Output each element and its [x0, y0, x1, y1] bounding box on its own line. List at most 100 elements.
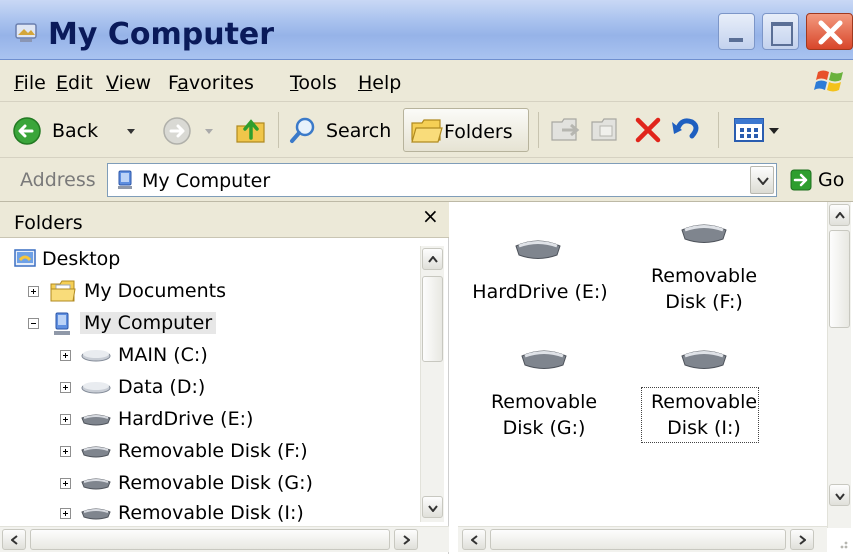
chevron-right-icon [799, 535, 806, 545]
menu-help[interactable]: Help [358, 72, 401, 94]
expand-button[interactable] [28, 286, 39, 297]
drive-label-line2: Disk (G:) [502, 417, 586, 439]
maximize-button[interactable] [762, 13, 799, 50]
menu-edit[interactable]: Edit [56, 72, 93, 94]
scroll-down-button[interactable] [422, 496, 443, 518]
hard-drive-icon [81, 350, 111, 362]
chevron-left-icon [11, 535, 18, 545]
expand-button[interactable] [60, 414, 71, 425]
forward-button[interactable] [158, 108, 218, 152]
address-dropdown-button[interactable] [750, 166, 774, 194]
title-bar[interactable]: My Computer [0, 0, 853, 60]
tree-item-desktop[interactable]: Desktop [14, 244, 394, 276]
expand-button[interactable] [60, 508, 71, 519]
removable-drive-icon [81, 414, 111, 426]
undo-icon[interactable] [670, 114, 702, 144]
toolbar-separator [278, 112, 279, 148]
scroll-thumb[interactable] [490, 529, 786, 550]
expand-button[interactable] [60, 478, 71, 489]
tree-label: MAIN (C:) [118, 344, 208, 366]
my-documents-icon [50, 280, 76, 302]
views-button[interactable] [730, 112, 790, 148]
menu-tools-label: ools [298, 72, 337, 94]
folders-pane-close-button[interactable]: × [422, 204, 439, 228]
drive-item-harddrive-e[interactable]: HardDrive (E:) [458, 232, 622, 312]
expand-button[interactable] [60, 350, 71, 361]
expand-button[interactable] [60, 382, 71, 393]
search-label: Search [326, 120, 392, 142]
address-input[interactable]: My Computer [107, 163, 777, 197]
scroll-left-button[interactable] [462, 529, 486, 550]
chevron-right-icon [403, 535, 410, 545]
scroll-up-button[interactable] [422, 248, 443, 270]
expand-button[interactable] [60, 446, 71, 457]
drive-label-line1: Removable [650, 391, 758, 413]
folders-button[interactable]: Folders [403, 108, 529, 152]
tree-item-data-d[interactable]: Data (D:) [0, 372, 400, 404]
my-computer-icon [54, 312, 70, 335]
scroll-down-button[interactable] [829, 484, 850, 506]
menu-file[interactable]: File [14, 72, 46, 94]
folders-label: Folders [444, 121, 513, 143]
tree-item-removable-g[interactable]: Removable Disk (G:) [0, 468, 400, 500]
close-button[interactable] [806, 13, 853, 50]
drive-item-removable-f[interactable]: Removable Disk (F:) [634, 220, 774, 320]
menu-tools[interactable]: Tools [290, 72, 337, 94]
removable-drive-icon [81, 478, 111, 490]
tree-item-main-c[interactable]: MAIN (C:) [0, 340, 400, 372]
scroll-thumb[interactable] [422, 276, 443, 362]
content-horizontal-scrollbar[interactable] [458, 526, 827, 552]
menu-edit-label: dit [68, 72, 93, 94]
scroll-right-button[interactable] [394, 529, 418, 550]
back-button[interactable]: Back [12, 108, 152, 152]
scroll-thumb[interactable] [30, 529, 390, 550]
menu-favorites[interactable]: Favorites [168, 72, 254, 94]
menu-favorites-accel: a [177, 72, 189, 94]
search-button[interactable]: Search [286, 108, 396, 152]
scroll-right-button[interactable] [790, 529, 814, 550]
search-icon [290, 117, 315, 143]
chevron-down-icon [757, 177, 769, 185]
desktop-icon [14, 249, 36, 267]
tree-item-harddrive-e[interactable]: HardDrive (E:) [0, 404, 400, 436]
toolbar-separator [538, 112, 539, 148]
chevron-down-icon [835, 493, 845, 500]
move-to-icon[interactable] [550, 114, 582, 144]
views-dropdown-icon [769, 128, 779, 134]
tree-label: Removable Disk (G:) [118, 472, 313, 494]
back-dropdown-icon [127, 129, 135, 134]
up-folder-icon[interactable] [234, 114, 268, 146]
tree-item-removable-f[interactable]: Removable Disk (F:) [0, 436, 400, 468]
scroll-left-button[interactable] [2, 529, 26, 550]
copy-to-icon[interactable] [588, 114, 620, 144]
drive-item-removable-i[interactable]: Removable Disk (I:) [634, 346, 774, 446]
scroll-up-button[interactable] [829, 204, 850, 226]
delete-icon[interactable] [634, 116, 662, 144]
toolbar-separator [718, 112, 719, 148]
drive-item-removable-g[interactable]: Removable Disk (G:) [474, 346, 614, 446]
folders-horizontal-scrollbar[interactable] [0, 526, 449, 552]
menu-view[interactable]: View [106, 72, 151, 94]
forward-dropdown-icon [205, 129, 213, 134]
address-label: Address [20, 169, 96, 191]
folders-vertical-scrollbar[interactable] [420, 246, 444, 522]
chevron-down-icon [428, 505, 438, 512]
menu-favorites-pre: F [168, 72, 178, 94]
scroll-thumb[interactable] [829, 230, 850, 328]
tree-item-my-computer[interactable]: My Computer [0, 308, 400, 340]
menu-view-accel: V [106, 72, 119, 94]
tree-item-my-documents[interactable]: My Documents [0, 276, 400, 308]
drive-label-line1: Removable [650, 265, 758, 287]
folders-icon [411, 119, 443, 143]
tree-label: Data (D:) [118, 376, 206, 398]
minimize-button[interactable] [718, 13, 755, 50]
resize-grip-icon[interactable] [827, 530, 851, 552]
menu-file-label: ile [23, 72, 46, 94]
content-vertical-scrollbar[interactable] [827, 202, 851, 528]
menu-edit-accel: E [56, 72, 69, 94]
removable-drive-icon [681, 224, 727, 243]
collapse-button[interactable] [28, 318, 39, 329]
forward-arrow-icon [163, 117, 191, 145]
menu-bar: File Edit View Favorites Tools Help [0, 60, 853, 102]
go-button[interactable]: Go [786, 164, 853, 196]
